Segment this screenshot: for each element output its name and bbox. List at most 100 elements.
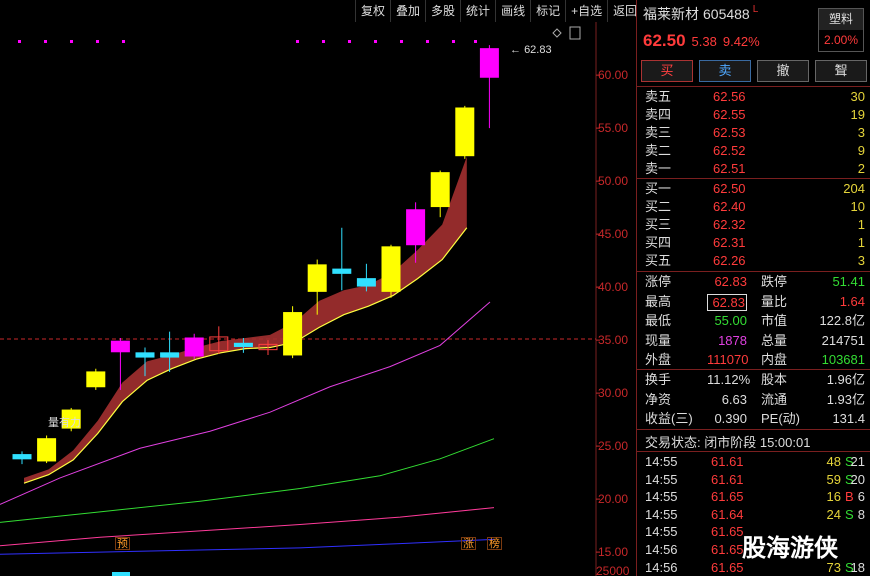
ask-price: 62.55 <box>713 107 746 122</box>
marker-bang[interactable]: 榜 <box>487 537 502 550</box>
tick-time: 14:55 <box>645 471 678 487</box>
price-change: 5.38 <box>691 34 717 49</box>
bid-row[interactable]: 买一 62.50 204 <box>637 180 870 198</box>
bid-label: 买五 <box>645 253 672 268</box>
sector-change: 2.00% <box>823 33 859 47</box>
fundamental-label: PE(动) <box>761 411 801 426</box>
ask-row[interactable]: 卖四 62.55 19 <box>637 106 870 124</box>
tick-volume: 24 <box>826 506 841 522</box>
ask-label: 卖一 <box>645 161 672 176</box>
toolbar-button-3[interactable]: 统计 <box>460 0 495 22</box>
tick-time: 14:56 <box>645 559 678 575</box>
bid-volume: 1 <box>857 235 865 250</box>
quote-row: 外盘 111070 内盘 103681 <box>637 351 870 369</box>
buy-button[interactable]: 买 <box>641 60 693 82</box>
signal-dot <box>322 40 325 43</box>
tick-count: 21 <box>850 454 865 469</box>
marker-yu[interactable]: 预 <box>115 537 130 550</box>
signal-dot <box>400 40 403 43</box>
divider <box>637 429 870 430</box>
bid-price: 62.40 <box>713 199 746 214</box>
quote-label: 内盘 <box>761 352 788 367</box>
quote-row: 最低 55.00 市值 122.8亿 <box>637 312 870 330</box>
y-tick-label: 40.00 <box>598 280 629 295</box>
candle-body <box>381 246 401 292</box>
quote-value: 1878 <box>718 332 747 348</box>
fundamental-row: 收益(三) 0.390 PE(动) 131.4 <box>637 410 870 428</box>
toolbar-button-6[interactable]: +自选 <box>565 0 607 22</box>
ma-line-2 <box>0 507 495 547</box>
ma-line-0 <box>0 301 491 505</box>
quote-label: 涨停 <box>645 274 672 289</box>
bid-row[interactable]: 买四 62.31 1 <box>637 234 870 252</box>
toolbar-button-1[interactable]: 叠加 <box>390 0 425 22</box>
trade-status: 交易状态: 闭市阶段 15:00:01 <box>645 435 811 450</box>
quote-value: 122.8亿 <box>819 313 865 328</box>
ask-row[interactable]: 卖五 62.56 30 <box>637 88 870 106</box>
ask-price: 62.53 <box>713 125 746 140</box>
ask-row[interactable]: 卖二 62.52 9 <box>637 142 870 160</box>
bid-volume: 1 <box>857 217 865 232</box>
quote-value: 55.00 <box>714 313 747 328</box>
candle-body <box>307 264 327 292</box>
quote-label: 量比 <box>761 293 788 309</box>
y-tick-label: 35.00 <box>598 333 629 348</box>
fundamental-value: 1.93亿 <box>826 391 865 407</box>
quote-value: 62.83 <box>707 293 747 311</box>
bid-volume: 204 <box>843 181 865 196</box>
sector-tag[interactable]: 塑料 2.00% <box>818 8 864 52</box>
tick-price: 61.65 <box>711 524 744 540</box>
candle-body <box>332 268 352 274</box>
alert-button[interactable]: 聟 <box>815 60 867 82</box>
toolbar-button-2[interactable]: 多股 <box>425 0 460 22</box>
y-tick-label: 55.00 <box>598 121 629 136</box>
tick-time: 14:55 <box>645 489 678 505</box>
ma-line-3 <box>0 538 495 555</box>
divider <box>637 86 870 87</box>
diamond-icon <box>552 28 562 38</box>
quote-value: 103681 <box>821 352 865 367</box>
candle-body <box>110 340 130 353</box>
quote-label: 跌停 <box>761 274 788 289</box>
bid-row[interactable]: 买三 62.32 1 <box>637 216 870 234</box>
fundamental-value: 131.4 <box>832 411 865 426</box>
quote-value: 111070 <box>707 352 749 367</box>
signal-dot <box>474 40 477 43</box>
tick-count: 20 <box>850 471 865 487</box>
quote-row: 涨停 62.83 跌停 51.41 <box>637 273 870 291</box>
trade-actions: 买 卖 撤 聟 <box>641 60 867 82</box>
tick-row: 14:55 61.65 16 B 6 <box>637 488 870 506</box>
ask-row[interactable]: 卖一 62.51 2 <box>637 160 870 178</box>
tick-volume: 48 <box>826 454 841 469</box>
ask-volume: 19 <box>850 107 865 122</box>
toolbar-button-4[interactable]: 画线 <box>495 0 530 22</box>
bid-row[interactable]: 买五 62.26 3 <box>637 252 870 270</box>
fundamental-label: 换手 <box>645 372 672 387</box>
kline-chart[interactable] <box>0 22 636 576</box>
ask-volume: 30 <box>850 89 865 104</box>
signal-dot <box>122 40 125 43</box>
cancel-order-button[interactable]: 撤 <box>757 60 809 82</box>
fundamental-value: 6.63 <box>721 391 747 407</box>
toolbar-button-5[interactable]: 标记 <box>530 0 565 22</box>
sell-button[interactable]: 卖 <box>699 60 751 82</box>
quote-value: 62.83 <box>714 274 747 289</box>
bid-row[interactable]: 买二 62.40 10 <box>637 198 870 216</box>
sector-name: 塑料 <box>819 9 863 30</box>
tick-direction: B <box>845 489 854 505</box>
price-row: 62.50 5.38 9.42% <box>643 31 760 51</box>
candle-body <box>356 278 376 287</box>
candle-body <box>160 352 180 358</box>
volume-bar <box>112 572 130 576</box>
marker-zhang[interactable]: 涨 <box>461 537 476 550</box>
quote-panel: 福莱新材 605488 L 塑料 2.00% 62.50 5.38 9.42% 买 卖 … <box>636 0 870 576</box>
last-price: 62.50 <box>643 31 686 50</box>
tick-price: 61.64 <box>711 506 744 522</box>
ask-label: 卖二 <box>645 143 672 158</box>
divider <box>637 369 870 370</box>
ask-volume: 2 <box>857 161 865 176</box>
quote-label: 现量 <box>645 332 672 348</box>
ask-row[interactable]: 卖三 62.53 3 <box>637 124 870 142</box>
fundamental-value: 1.96亿 <box>826 372 865 387</box>
toolbar-button-0[interactable]: 复权 <box>355 0 390 22</box>
